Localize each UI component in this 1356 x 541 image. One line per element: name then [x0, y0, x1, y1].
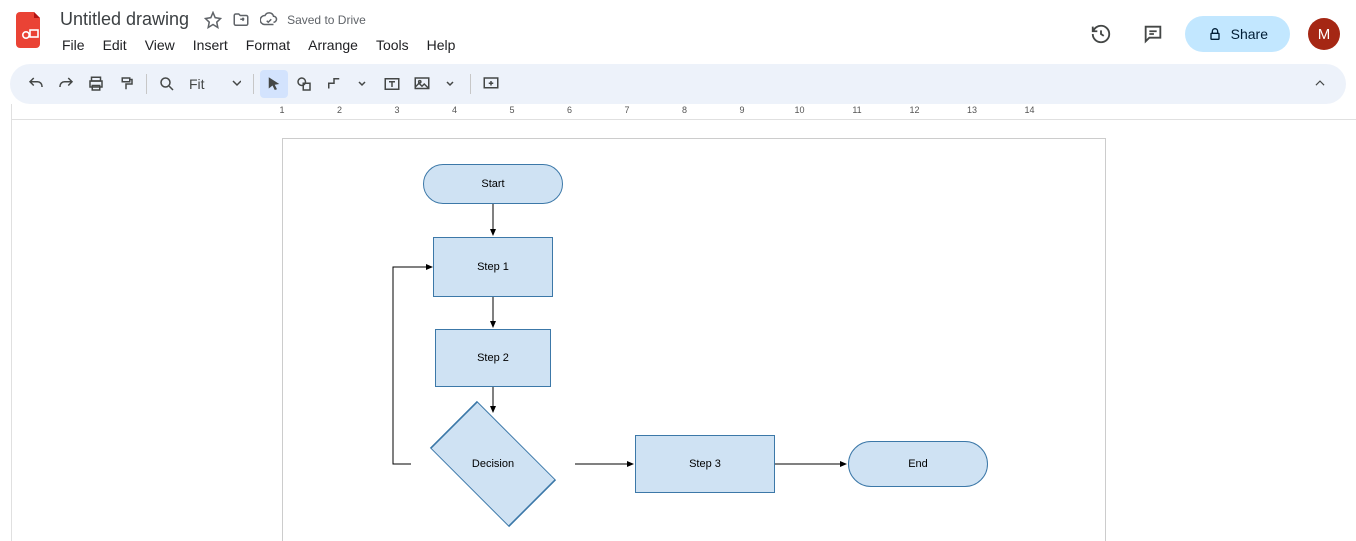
- save-status-text[interactable]: Saved to Drive: [287, 13, 366, 27]
- toolbar-wrap: Fit: [0, 64, 1356, 104]
- shape-end[interactable]: End: [848, 441, 988, 487]
- undo-icon[interactable]: [22, 70, 50, 98]
- zoom-select[interactable]: Fit: [183, 76, 247, 92]
- redo-icon[interactable]: [52, 70, 80, 98]
- ruler-mark: 11: [852, 105, 861, 115]
- shape-label: Decision: [472, 458, 514, 470]
- document-title[interactable]: Untitled drawing: [54, 8, 195, 31]
- collapse-toolbar-icon[interactable]: [1306, 70, 1334, 98]
- ruler-mark: 4: [452, 105, 457, 115]
- horizontal-ruler[interactable]: 1 2 3 4 5 6 7 8 9 10 11 12 13 14: [12, 104, 1356, 120]
- toolbar-separator: [146, 74, 147, 94]
- shape-step1[interactable]: Step 1: [433, 237, 553, 297]
- lock-icon: [1207, 26, 1223, 42]
- star-icon[interactable]: [203, 10, 223, 30]
- shape-label: Start: [481, 178, 504, 190]
- menu-arrange[interactable]: Arrange: [300, 33, 366, 57]
- canvas-background[interactable]: Start Step 1 Step 2 Decision .diamond-wr…: [12, 120, 1356, 541]
- toolbar-separator: [470, 74, 471, 94]
- toolbar-separator: [253, 74, 254, 94]
- menu-edit[interactable]: Edit: [95, 33, 135, 57]
- user-avatar[interactable]: M: [1308, 18, 1340, 50]
- ruler-mark: 9: [739, 105, 744, 115]
- zoom-icon[interactable]: [153, 70, 181, 98]
- share-button[interactable]: Share: [1185, 16, 1290, 52]
- ruler-mark: 3: [394, 105, 399, 115]
- textbox-tool-icon[interactable]: [378, 70, 406, 98]
- shape-label: Step 1: [477, 261, 509, 273]
- ruler-mark: 6: [567, 105, 572, 115]
- ruler-mark: 1: [279, 105, 284, 115]
- menu-tools[interactable]: Tools: [368, 33, 417, 57]
- ruler-mark: 13: [967, 105, 977, 115]
- header-actions: Share M: [1081, 14, 1340, 54]
- comments-icon[interactable]: [1133, 14, 1173, 54]
- shape-start[interactable]: Start: [423, 164, 563, 204]
- history-icon[interactable]: [1081, 14, 1121, 54]
- workspace: 1 2 3 4 5 6 7 8 9 10 11 12 13 14: [0, 104, 1356, 541]
- paint-format-icon[interactable]: [112, 70, 140, 98]
- shape-step2[interactable]: Step 2: [435, 329, 551, 387]
- shape-label: Step 3: [689, 458, 721, 470]
- ruler-mark: 14: [1024, 105, 1034, 115]
- menu-file[interactable]: File: [54, 33, 93, 57]
- title-row: Untitled drawing Saved to Drive: [54, 8, 1081, 31]
- flowchart: Start Step 1 Step 2 Decision .diamond-wr…: [283, 139, 1105, 541]
- drawing-page[interactable]: Start Step 1 Step 2 Decision .diamond-wr…: [282, 138, 1106, 541]
- line-tool-icon[interactable]: [320, 70, 348, 98]
- ruler-mark: 5: [509, 105, 514, 115]
- ruler-mark: 2: [337, 105, 342, 115]
- chevron-down-icon: [211, 79, 241, 89]
- ruler-mark: 10: [794, 105, 804, 115]
- cloud-saved-icon[interactable]: [259, 10, 279, 30]
- ruler-mark: 7: [624, 105, 629, 115]
- share-label: Share: [1231, 26, 1268, 42]
- shape-label: Step 2: [477, 352, 509, 364]
- shape-decision[interactable]: Decision: [436, 407, 550, 521]
- app-header: Untitled drawing Saved to Drive File Edi…: [0, 0, 1356, 64]
- shape-tool-icon[interactable]: [290, 70, 318, 98]
- ruler-mark: 12: [909, 105, 919, 115]
- move-to-folder-icon[interactable]: [231, 10, 251, 30]
- canvas-area[interactable]: 1 2 3 4 5 6 7 8 9 10 11 12 13 14: [12, 104, 1356, 541]
- app-logo-icon[interactable]: [16, 12, 44, 48]
- select-tool-icon[interactable]: [260, 70, 288, 98]
- menubar: File Edit View Insert Format Arrange Too…: [54, 33, 1081, 57]
- menu-view[interactable]: View: [137, 33, 183, 57]
- toolbar: Fit: [10, 64, 1346, 104]
- insert-comment-icon[interactable]: [477, 70, 505, 98]
- image-tool-icon[interactable]: [408, 70, 436, 98]
- title-area: Untitled drawing Saved to Drive File Edi…: [54, 8, 1081, 57]
- zoom-value: Fit: [189, 76, 205, 92]
- menu-insert[interactable]: Insert: [185, 33, 236, 57]
- shape-label: End: [908, 458, 928, 470]
- ruler-mark: 8: [682, 105, 687, 115]
- menu-help[interactable]: Help: [419, 33, 464, 57]
- vertical-ruler[interactable]: [0, 104, 12, 541]
- line-tool-dropdown-icon[interactable]: [348, 70, 376, 98]
- print-icon[interactable]: [82, 70, 110, 98]
- menu-format[interactable]: Format: [238, 33, 298, 57]
- shape-step3[interactable]: Step 3: [635, 435, 775, 493]
- image-tool-dropdown-icon[interactable]: [436, 70, 464, 98]
